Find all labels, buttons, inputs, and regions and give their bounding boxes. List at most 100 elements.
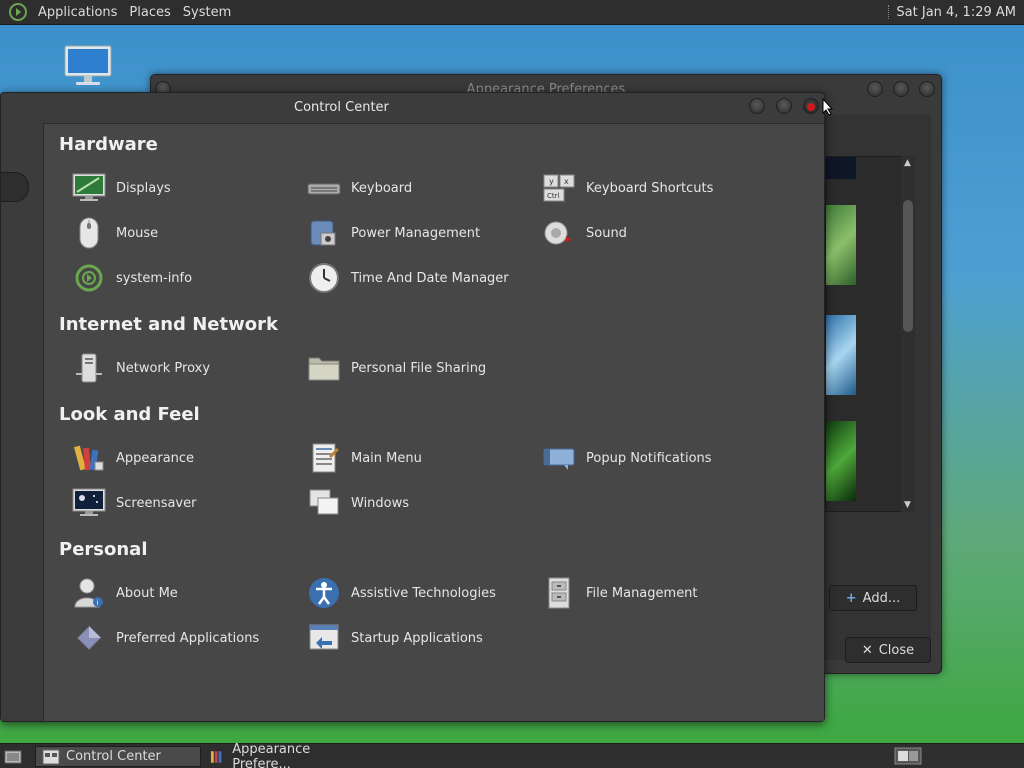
computer-desktop-icon[interactable]: [62, 44, 114, 88]
main-menu-icon: [312, 443, 339, 473]
item-time-and-date[interactable]: Time And Date Manager: [307, 258, 537, 298]
windows-icon: [309, 489, 339, 515]
task-control-center[interactable]: Control Center: [35, 746, 201, 767]
system-menu-label: System: [182, 4, 232, 20]
appearance-minimize-button[interactable]: [867, 81, 883, 97]
show-desktop-icon[interactable]: [4, 747, 22, 765]
cc-filter-input[interactable]: [1, 172, 29, 202]
item-displays[interactable]: Displays: [72, 168, 302, 208]
system-menu[interactable]: System: [177, 0, 237, 25]
mouse-cursor-icon: [822, 98, 834, 116]
wallpaper-thumbnail[interactable]: [826, 205, 856, 285]
item-mouse[interactable]: Mouse: [72, 213, 302, 253]
wallpaper-thumbnail[interactable]: [826, 421, 856, 501]
item-label: Screensaver: [116, 495, 197, 511]
cc-close-button[interactable]: [803, 98, 819, 114]
control-center-titlebar[interactable]: Control Center: [1, 93, 824, 123]
item-label: File Management: [586, 585, 698, 601]
scroll-up-icon[interactable]: ▲: [904, 158, 911, 168]
section-title-internet-network: Internet and Network: [59, 314, 278, 335]
cc-minimize-button[interactable]: [749, 98, 765, 114]
wallpaper-thumbnail[interactable]: [826, 157, 856, 179]
wallpaper-thumbnail[interactable]: [826, 315, 856, 395]
workspace-switcher-icon[interactable]: [894, 747, 922, 765]
item-network-proxy[interactable]: Network Proxy: [72, 348, 302, 388]
scroll-down-icon[interactable]: ▼: [904, 500, 911, 510]
task-label: Control Center: [66, 749, 161, 764]
item-startup-applications[interactable]: Startup Applications: [307, 618, 537, 658]
folder-share-icon: [308, 357, 340, 381]
applications-menu[interactable]: Applications: [32, 0, 123, 25]
item-label: Popup Notifications: [586, 450, 712, 466]
screensaver-icon: [72, 488, 106, 516]
bottom-panel: Control Center Appearance Prefere...: [0, 742, 1024, 768]
appearance-close-window-button[interactable]: [919, 81, 935, 97]
appearance-maximize-button[interactable]: [893, 81, 909, 97]
power-management-icon: [310, 220, 336, 246]
appearance-icon: [73, 445, 104, 471]
keyboard-shortcuts-icon: y x Ctrl: [543, 174, 575, 202]
accessibility-icon: [309, 578, 339, 608]
item-label: Keyboard: [351, 180, 413, 196]
item-label: Personal File Sharing: [351, 360, 487, 376]
mouse-icon: [79, 217, 99, 249]
close-button[interactable]: ✕ Close: [845, 637, 931, 663]
item-system-info[interactable]: system-info: [72, 258, 302, 298]
svg-text:Ctrl: Ctrl: [547, 192, 560, 200]
item-label: Keyboard Shortcuts: [586, 180, 714, 196]
keyboard-icon: [307, 183, 341, 195]
item-label: Startup Applications: [351, 630, 483, 646]
cc-maximize-button[interactable]: [776, 98, 792, 114]
scrollbar-handle[interactable]: [903, 200, 913, 332]
section-title-personal: Personal: [59, 539, 148, 560]
control-center-title: Control Center: [294, 100, 389, 115]
task-appearance-preferences[interactable]: Appearance Prefere...: [203, 742, 373, 768]
places-menu-label: Places: [129, 4, 171, 20]
notification-icon: [543, 448, 575, 470]
section-title-hardware: Hardware: [59, 134, 158, 155]
add-wallpaper-button[interactable]: + Add...: [829, 585, 917, 611]
item-screensaver[interactable]: Screensaver: [72, 483, 302, 523]
preferred-apps-icon: [76, 625, 102, 651]
startup-apps-icon: [309, 624, 339, 650]
item-assistive-technologies[interactable]: Assistive Technologies: [307, 573, 537, 613]
places-menu[interactable]: Places: [123, 0, 176, 25]
top-panel: Applications Places System Sat Jan 4, 1:…: [0, 0, 1024, 25]
item-label: Network Proxy: [116, 360, 211, 376]
item-file-management[interactable]: File Management: [542, 573, 772, 613]
item-label: Mouse: [116, 225, 159, 241]
plus-icon: +: [845, 590, 857, 606]
item-label: Main Menu: [351, 450, 422, 466]
item-label: Power Management: [351, 225, 481, 241]
section-title-look-and-feel: Look and Feel: [59, 404, 200, 425]
item-windows[interactable]: Windows: [307, 483, 537, 523]
file-management-icon: [548, 577, 570, 609]
item-keyboard[interactable]: Keyboard: [307, 168, 537, 208]
item-appearance[interactable]: Appearance: [72, 438, 302, 478]
clock[interactable]: Sat Jan 4, 1:29 AM: [896, 5, 1024, 20]
item-preferred-applications[interactable]: Preferred Applications: [72, 618, 302, 658]
display-icon: [72, 173, 106, 201]
item-main-menu[interactable]: Main Menu: [307, 438, 537, 478]
network-proxy-icon: [76, 353, 102, 383]
panel-separator: [888, 5, 890, 19]
item-sound[interactable]: Sound: [542, 213, 772, 253]
svg-text:y: y: [549, 177, 554, 186]
add-button-label: Add...: [862, 590, 901, 606]
item-popup-notifications[interactable]: Popup Notifications: [542, 438, 772, 478]
item-personal-file-sharing[interactable]: Personal File Sharing: [307, 348, 537, 388]
close-button-label: Close: [878, 642, 915, 658]
wallpaper-scrollbar[interactable]: ▲ ▼: [901, 156, 915, 512]
item-label: Windows: [351, 495, 410, 511]
item-keyboard-shortcuts[interactable]: y x Ctrl Keyboard Shortcuts: [542, 168, 772, 208]
item-power-management[interactable]: Power Management: [307, 213, 537, 253]
applications-menu-label: Applications: [38, 4, 118, 20]
distro-logo-icon[interactable]: [8, 2, 28, 22]
item-about-me[interactable]: i About Me: [72, 573, 302, 613]
item-label: Displays: [116, 180, 171, 196]
control-center-window[interactable]: Control Center Hardware Displays Keyboar…: [0, 92, 825, 722]
cc-sidebar: [1, 123, 43, 721]
item-label: Assistive Technologies: [351, 585, 496, 601]
about-me-icon: i: [74, 578, 103, 608]
sound-icon: [544, 221, 572, 245]
